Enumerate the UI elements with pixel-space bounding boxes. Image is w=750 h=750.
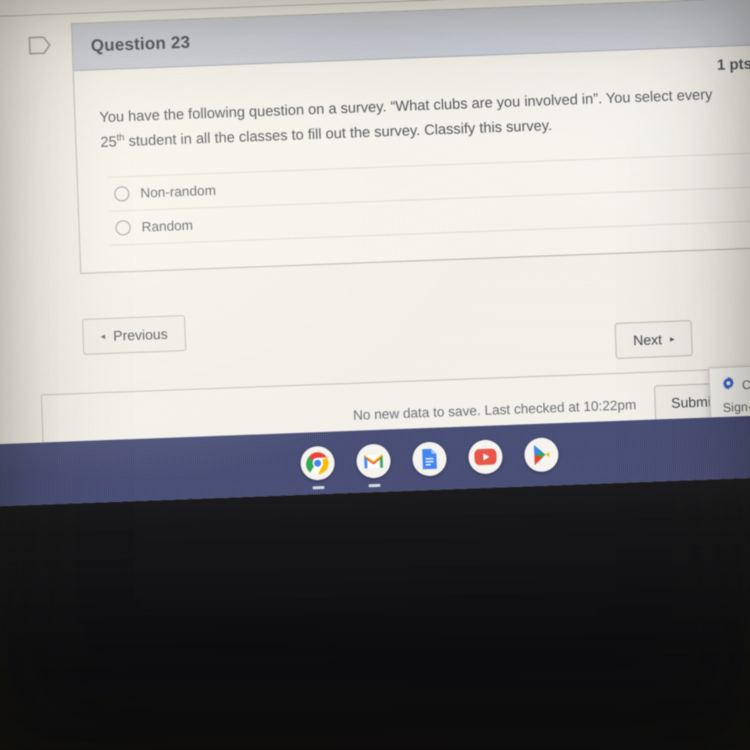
gear-icon (722, 376, 736, 394)
laptop-screen-photo: needed to help you prepare for the Unit … (0, 0, 750, 750)
app-running-indicator (368, 483, 381, 488)
next-button[interactable]: Next ▸ (614, 320, 694, 359)
browser-screen: needed to help you prepare for the Unit … (0, 0, 750, 508)
gmail-icon[interactable] (355, 443, 392, 488)
question-number-label: Question 23 (90, 32, 191, 56)
answer-label: Non-random (140, 182, 217, 201)
next-button-wrap: Next ▸ (614, 320, 694, 359)
previous-button-label: Previous (112, 325, 168, 344)
radio-button-icon[interactable] (115, 220, 131, 236)
save-status-text: No new data to save. Last checked at 10:… (352, 396, 637, 423)
toast-header: Chrome (722, 370, 750, 395)
app-running-indicator (312, 485, 325, 490)
chevron-right-icon: ▸ (669, 333, 675, 344)
radio-button-icon[interactable] (114, 186, 130, 202)
chevron-left-icon: ◂ (100, 330, 106, 341)
next-button-label: Next (632, 331, 663, 349)
chrome-icon[interactable] (299, 445, 336, 490)
points-label: 1 pts (716, 55, 750, 74)
question-card: Question 23 1 pts You have the following… (70, 0, 750, 275)
question-body: You have the following question on a sur… (75, 74, 750, 273)
previous-button-wrap: ◂ Previous (82, 315, 187, 355)
answer-label: Random (141, 217, 194, 235)
toast-line-1: Sign-in again (722, 398, 750, 415)
play-store-icon[interactable] (523, 437, 560, 473)
quiz-page: needed to help you prepare for the Unit … (0, 0, 750, 459)
google-docs-icon[interactable] (411, 441, 448, 477)
youtube-icon[interactable] (467, 439, 504, 475)
flag-outline-icon[interactable] (28, 36, 51, 60)
toast-title: Chrome (741, 376, 750, 393)
previous-button[interactable]: ◂ Previous (82, 315, 187, 355)
